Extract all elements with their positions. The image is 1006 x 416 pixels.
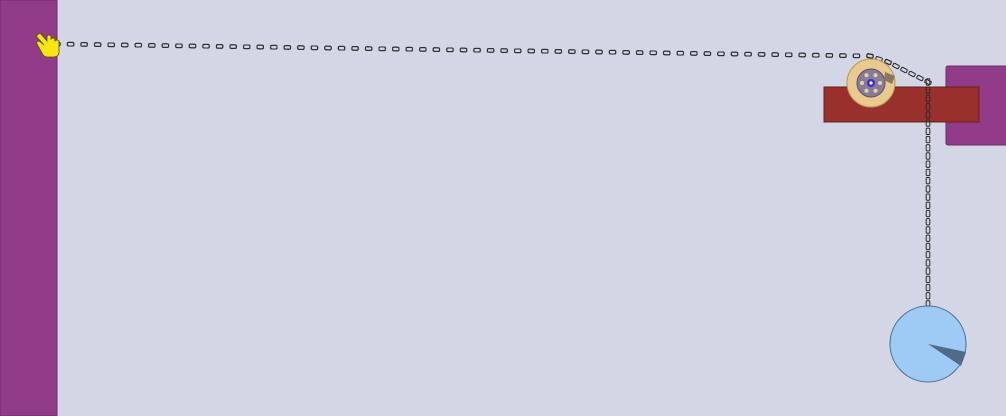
chain-link (925, 127, 931, 136)
platform (823, 86, 980, 123)
chain-link (432, 47, 441, 52)
chain-link (581, 49, 590, 55)
chain-link (771, 52, 779, 57)
game-canvas[interactable] (0, 0, 1006, 416)
chain-link (730, 51, 739, 57)
chain-link (337, 45, 346, 51)
chain-link (825, 53, 834, 58)
chain-link (798, 52, 806, 58)
chain-link (812, 52, 820, 58)
pulley-bolt (878, 81, 882, 85)
chain-link (595, 49, 603, 55)
chain-link (925, 209, 931, 218)
chain-link (717, 51, 725, 57)
chain-link (283, 45, 292, 50)
chain-link (925, 275, 931, 284)
chain-link (676, 50, 685, 56)
chain-link (486, 48, 495, 53)
chain-link (908, 70, 916, 78)
chain-link (242, 44, 251, 50)
chain-link (324, 45, 332, 51)
chain-link (839, 53, 847, 58)
chain-link (541, 48, 549, 54)
chain-link (107, 42, 115, 48)
chain-link (925, 185, 931, 193)
chain-link (121, 42, 129, 48)
chain-link (925, 292, 931, 300)
chain-link (925, 218, 931, 226)
chain[interactable] (53, 41, 932, 308)
chain-link (256, 44, 264, 50)
chain-link (635, 50, 644, 55)
chain-link (80, 42, 88, 47)
chain-link (66, 41, 75, 47)
chain-link (297, 45, 305, 50)
chain-link (446, 47, 454, 53)
pulley-hub-center (869, 81, 873, 85)
chain-link (925, 201, 931, 210)
chain-link (925, 259, 931, 267)
pulley-bolt (864, 88, 869, 93)
hanging-ball[interactable] (889, 305, 967, 383)
chain-link (134, 42, 143, 48)
chain-link (161, 43, 170, 48)
chain-link (925, 168, 931, 177)
chain-link (925, 144, 931, 152)
chain-link (392, 46, 400, 52)
chain-link (925, 152, 931, 160)
chain-link (568, 49, 576, 54)
chain-link (554, 49, 563, 54)
chain-link (924, 78, 932, 86)
chain-link (310, 45, 319, 51)
chain-link (513, 48, 522, 54)
chain-link (500, 48, 508, 53)
chain-link (527, 48, 535, 54)
chain-link (925, 160, 931, 168)
chain-link (663, 50, 671, 56)
chain-link (405, 46, 414, 52)
chain-link (229, 44, 237, 49)
chain-link (622, 50, 630, 55)
chain-link (703, 51, 712, 56)
chain-link (270, 44, 278, 50)
chain-link (900, 66, 908, 74)
game-stage[interactable] (0, 0, 1006, 416)
chain-link (744, 51, 752, 57)
chain-link (175, 43, 183, 49)
chain-link (925, 234, 931, 242)
chain-link (202, 43, 210, 49)
chain-link (916, 74, 924, 82)
chain-link (649, 50, 657, 56)
pulley-bolt (860, 81, 864, 85)
chain-link (364, 46, 373, 51)
chain-link (188, 43, 197, 49)
chain-link (852, 53, 861, 59)
left-wall (0, 0, 58, 416)
pulley-bolt (873, 73, 878, 78)
pulley[interactable] (846, 58, 896, 108)
chain-link (925, 193, 931, 201)
chain-link (378, 46, 386, 52)
chain-link (473, 47, 481, 53)
chain-link (459, 47, 468, 53)
chain-link (351, 46, 359, 51)
chain-link (892, 62, 900, 70)
chain-link (925, 242, 931, 251)
pulley-bolt (873, 88, 878, 93)
chain-link (757, 52, 766, 57)
chain-link (608, 49, 617, 55)
chain-link (148, 43, 156, 48)
chain-link (784, 52, 793, 58)
chain-link (93, 42, 102, 47)
chain-link (925, 283, 931, 292)
chain-link (925, 250, 931, 259)
chain-link (925, 135, 931, 144)
chain-link (925, 226, 931, 234)
chain-link (925, 176, 931, 185)
chain-link (215, 44, 224, 49)
chain-link (690, 51, 698, 56)
chain-link (419, 47, 427, 52)
pulley-bolt (864, 73, 869, 78)
chain-link (925, 267, 931, 275)
